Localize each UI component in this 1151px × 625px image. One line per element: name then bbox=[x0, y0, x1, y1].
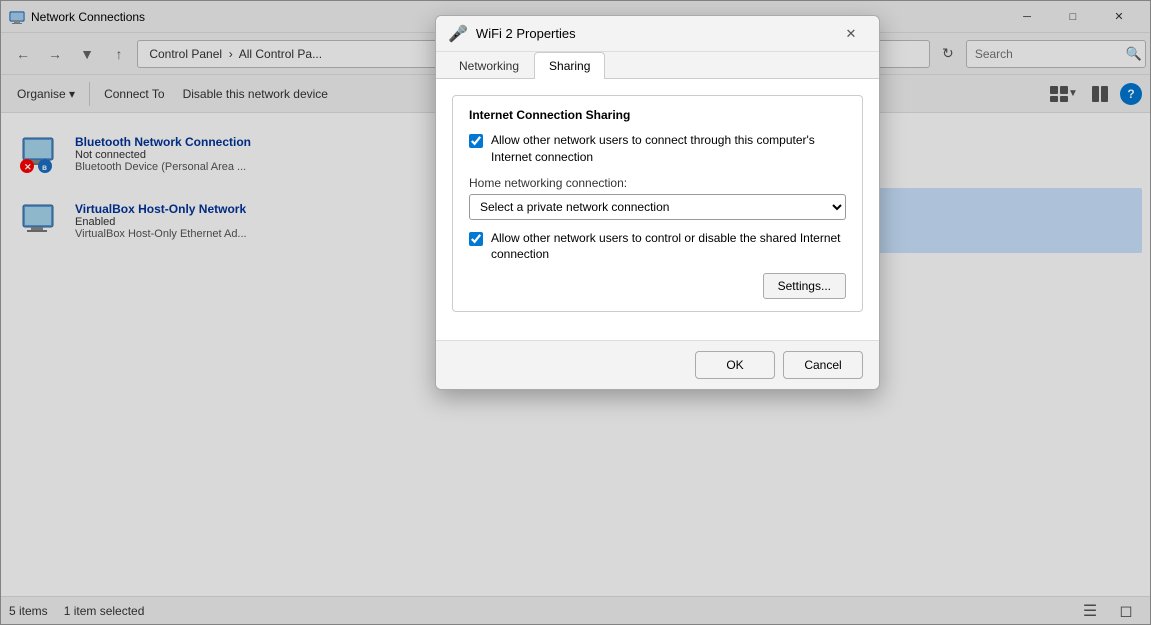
dialog-title: WiFi 2 Properties bbox=[476, 26, 835, 41]
dialog: 🎤 WiFi 2 Properties ✕ Networking Sharing… bbox=[435, 15, 880, 390]
modal-overlay: 🎤 WiFi 2 Properties ✕ Networking Sharing… bbox=[0, 0, 1151, 625]
cancel-button[interactable]: Cancel bbox=[783, 351, 863, 379]
allow-control-label[interactable]: Allow other network users to control or … bbox=[491, 230, 846, 264]
section-title: Internet Connection Sharing bbox=[469, 108, 846, 122]
dialog-footer: OK Cancel bbox=[436, 340, 879, 389]
tab-networking[interactable]: Networking bbox=[444, 52, 534, 79]
allow-sharing-row: Allow other network users to connect thr… bbox=[469, 132, 846, 166]
network-connection-select[interactable]: Select a private network connection bbox=[469, 194, 846, 220]
dropdown-label: Home networking connection: bbox=[469, 176, 846, 190]
allow-sharing-checkbox[interactable] bbox=[469, 134, 483, 148]
ok-button[interactable]: OK bbox=[695, 351, 775, 379]
dialog-title-bar: 🎤 WiFi 2 Properties ✕ bbox=[436, 16, 879, 52]
home-network-row: Home networking connection: Select a pri… bbox=[469, 176, 846, 220]
dialog-content: Internet Connection Sharing Allow other … bbox=[436, 79, 879, 340]
allow-sharing-label[interactable]: Allow other network users to connect thr… bbox=[491, 132, 846, 166]
ics-section: Internet Connection Sharing Allow other … bbox=[452, 95, 863, 312]
dialog-tabs: Networking Sharing bbox=[436, 52, 879, 79]
dialog-close-button[interactable]: ✕ bbox=[835, 20, 867, 48]
settings-button-row: Settings... bbox=[469, 273, 846, 299]
dialog-icon: 🎤 bbox=[448, 24, 468, 44]
allow-control-checkbox[interactable] bbox=[469, 232, 483, 246]
tab-sharing[interactable]: Sharing bbox=[534, 52, 605, 79]
settings-button[interactable]: Settings... bbox=[763, 273, 846, 299]
allow-control-row: Allow other network users to control or … bbox=[469, 230, 846, 264]
